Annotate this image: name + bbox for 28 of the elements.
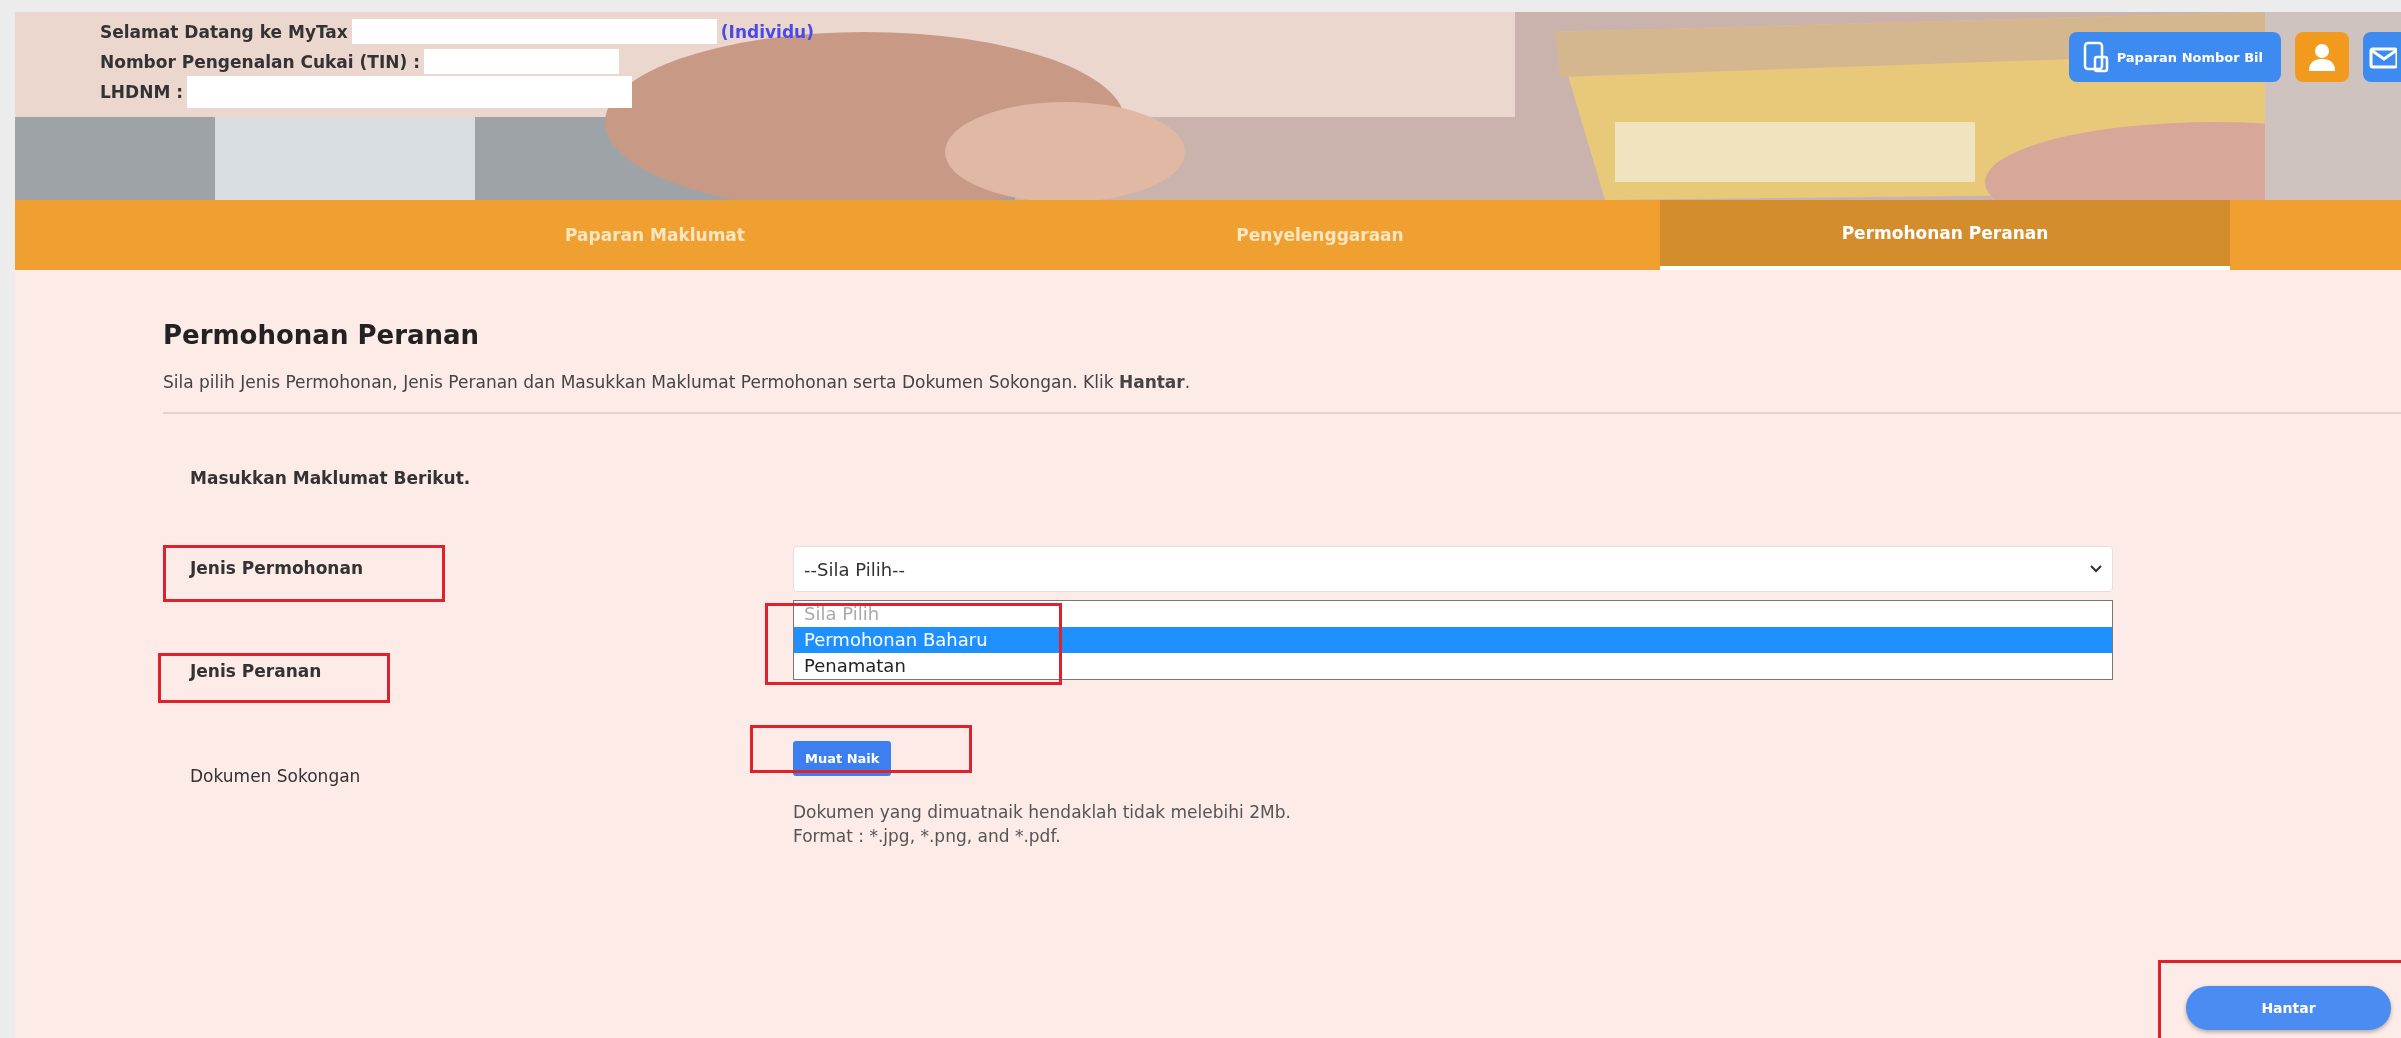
form-title: Permohonan Peranan xyxy=(163,320,481,350)
upload-button[interactable]: Muat Naik xyxy=(793,741,892,776)
field-label: Jenis Peranan xyxy=(190,661,322,681)
document-icon xyxy=(2082,41,2109,73)
mail-button[interactable] xyxy=(2363,32,2401,82)
field-label: Dokumen Sokongan xyxy=(190,766,361,786)
nav-tab[interactable]: Permohonan Peranan xyxy=(1660,200,2230,270)
dropdown-option[interactable]: Penamatan xyxy=(794,653,2112,679)
dropdown-option[interactable]: Sila Pilih xyxy=(794,601,2112,627)
instructions-text: Sila pilih Jenis Permohonan, Jenis Peranan dan Masukkan Maklumat Permohonan serta Dokumen Sokongan. Klik Hantar. xyxy=(163,372,1192,392)
profile-button[interactable] xyxy=(2295,32,2349,82)
user-icon xyxy=(2307,42,2337,72)
dropdown-option[interactable]: Permohonan Baharu xyxy=(794,627,2112,653)
select-field[interactable]: --Sila Pilih-- xyxy=(793,546,2113,592)
nav-tab[interactable]: Paparan Maklumat xyxy=(330,200,980,270)
submit-button[interactable]: Hantar xyxy=(2186,986,2391,1030)
help-text: Format : *.jpg, *.png, and *.pdf. xyxy=(793,826,1061,846)
nav-tab[interactable]: Penyelenggaraan xyxy=(980,200,1660,270)
bill-button[interactable]: Paparan Nombor Bil xyxy=(2068,32,2281,82)
lhdnm-label: LHDNM : xyxy=(100,81,184,102)
help-text: Dokumen yang dimuatnaik hendaklah tidak melebihi 2Mb. xyxy=(793,802,1291,822)
tin-label: Nombor Pengenalan Cukai (TIN) : xyxy=(100,51,420,72)
section-label: Masukkan Maklumat Berikut. xyxy=(190,468,472,488)
chevron-icon xyxy=(2090,565,2102,573)
envelope-icon xyxy=(2369,45,2397,69)
welcome-text: Selamat Datang ke MyTax xyxy=(100,21,348,42)
field-label: Jenis Permohonan xyxy=(190,558,364,578)
account-type: (Individu) xyxy=(720,21,814,42)
